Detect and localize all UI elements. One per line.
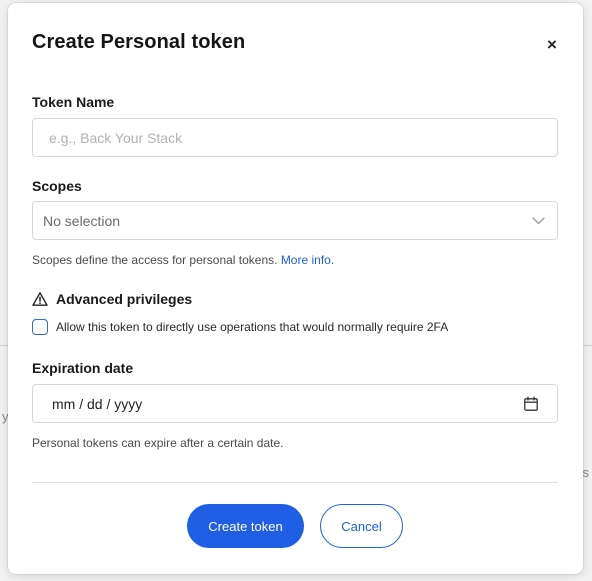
twofa-option: Allow this token to directly use operati… xyxy=(32,319,448,335)
scopes-select[interactable]: No selection xyxy=(32,201,558,240)
close-icon: × xyxy=(547,34,557,54)
close-button[interactable]: × xyxy=(544,34,560,54)
expiration-date-value: mm / dd / yyyy xyxy=(52,395,143,412)
create-token-dialog: Create Personal token × Token Name Scope… xyxy=(8,3,583,574)
scopes-label: Scopes xyxy=(32,178,82,194)
advanced-privileges-heading: Advanced privileges xyxy=(32,291,192,307)
calendar-icon[interactable] xyxy=(523,396,539,412)
warning-triangle-icon xyxy=(32,291,48,307)
token-name-input[interactable] xyxy=(32,118,558,157)
more-info-link[interactable]: More info. xyxy=(281,253,334,267)
advanced-privileges-title: Advanced privileges xyxy=(56,291,193,307)
expiration-help: Personal tokens can expire after a certa… xyxy=(32,436,284,450)
scopes-help-text: Scopes define the access for personal to… xyxy=(32,253,281,267)
twofa-checkbox-label: Allow this token to directly use operati… xyxy=(56,320,449,334)
token-name-label: Token Name xyxy=(32,94,115,110)
chevron-down-icon xyxy=(531,214,545,228)
background-text-right: s xyxy=(582,465,590,480)
expiration-date-input[interactable]: mm / dd / yyyy xyxy=(32,384,558,423)
twofa-checkbox[interactable] xyxy=(32,319,48,335)
scopes-selected-value: No selection xyxy=(43,212,121,229)
cancel-button[interactable]: Cancel xyxy=(320,504,403,548)
scopes-help: Scopes define the access for personal to… xyxy=(32,253,334,267)
footer-divider xyxy=(32,482,558,483)
create-token-button[interactable]: Create token xyxy=(187,504,304,548)
expiration-label: Expiration date xyxy=(32,360,134,376)
dialog-title: Create Personal token xyxy=(32,31,246,53)
